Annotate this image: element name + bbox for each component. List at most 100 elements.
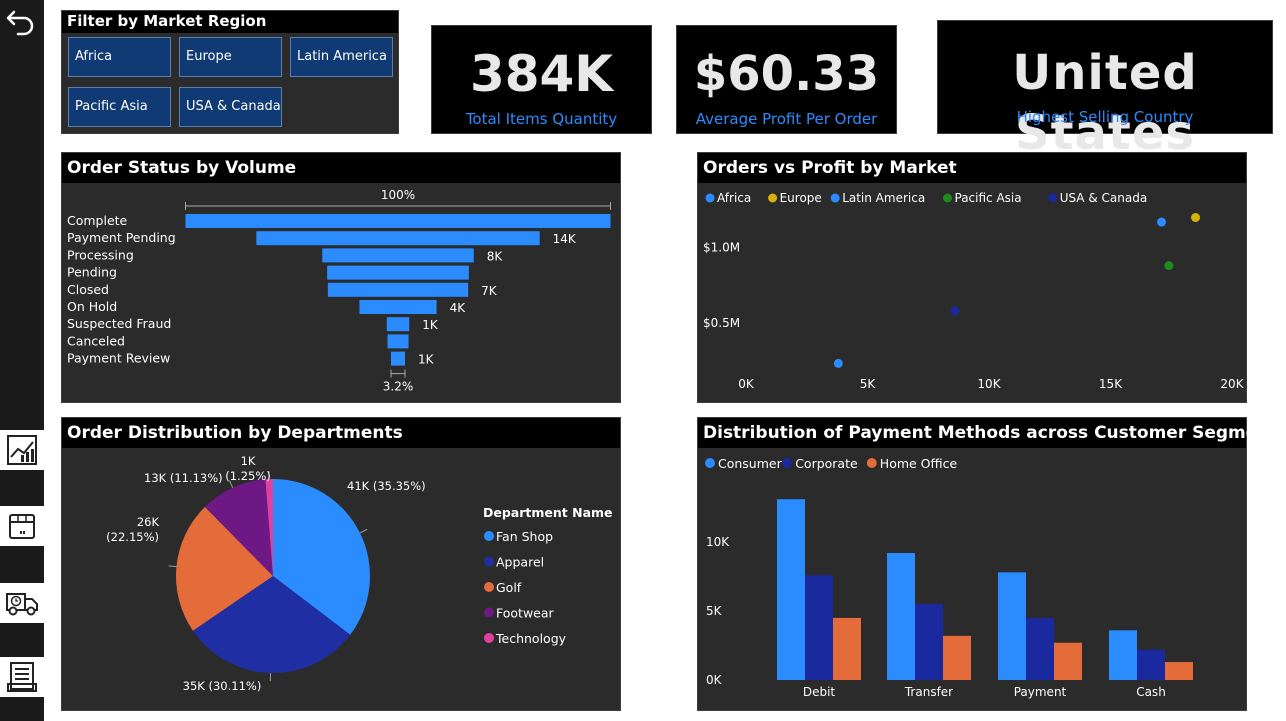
funnel-bar-on-hold <box>359 300 437 314</box>
funnel-bar-complete <box>185 214 611 228</box>
funnel-category-label: Complete <box>67 213 128 228</box>
funnel-category-label: Payment Review <box>67 351 170 366</box>
filter-option-europe[interactable]: Europe <box>179 37 282 77</box>
funnel-data-label: 7K <box>481 284 498 298</box>
legend-marker-pacific-asia <box>943 193 952 203</box>
pie-data-label: (1.25%) <box>225 469 271 483</box>
bar-transfer-consumer <box>887 553 915 680</box>
x-tick-label: Debit <box>803 685 836 699</box>
kpi-total-items: 384K Total Items Quantity <box>431 25 652 134</box>
y-tick-label: 5K <box>706 604 723 618</box>
x-tick-label: Transfer <box>904 685 953 699</box>
pie-leader-line <box>168 565 177 568</box>
filter-option-africa[interactable]: Africa <box>68 37 171 77</box>
funnel-category-label: On Hold <box>67 299 117 314</box>
scatter-point-europe <box>1191 213 1201 223</box>
legend-marker-latin-america <box>830 193 840 203</box>
filter-option-latin-america[interactable]: Latin America <box>290 37 393 77</box>
x-tick-label: Payment <box>1014 685 1067 699</box>
funnel-category-label: Closed <box>67 282 109 297</box>
funnel-bar-payment-pending <box>256 231 540 246</box>
funnel-category-label: Processing <box>67 247 134 262</box>
department-distribution-panel: Order Distribution by Departments 41K (3… <box>61 417 621 711</box>
funnel-data-label: 8K <box>487 249 504 263</box>
legend-marker-home-office <box>866 458 877 468</box>
legend-marker-fan-shop <box>484 531 494 541</box>
filter-option-usa-canada[interactable]: USA & Canada <box>179 87 282 127</box>
funnel-bar-payment-review <box>390 351 406 366</box>
scatter-point-latin-america <box>1157 217 1167 227</box>
payment-methods-panel: Distribution of Payment Methods across C… <box>697 417 1286 711</box>
legend-label-latin-america: Latin America <box>842 191 925 205</box>
funnel-category-label: Payment Pending <box>67 230 176 245</box>
pie-legend-title: Department Name <box>483 505 613 520</box>
pie-leader-line <box>359 528 368 534</box>
x-tick-label: 5K <box>860 377 877 391</box>
funnel-data-label: 14K <box>553 232 577 246</box>
legend-label-golf: Golf <box>496 580 522 595</box>
legend-label-home-office: Home Office <box>880 456 958 471</box>
funnel-chart: 100% Complete Payment Pending 14K Processing… <box>67 188 611 394</box>
legend-label-africa: Africa <box>717 191 751 205</box>
bar-cash-corporate <box>1137 649 1165 680</box>
funnel-bar-pending <box>327 265 469 280</box>
bar-debit-consumer <box>777 499 805 680</box>
funnel-top-label: 100% <box>381 188 415 202</box>
legend-marker-footwear <box>484 607 494 618</box>
legend-marker-apparel <box>484 556 494 567</box>
delivery-truck-icon[interactable] <box>0 583 44 623</box>
x-tick-label: 10K <box>977 377 1001 391</box>
funnel-bar-closed <box>327 282 469 297</box>
legend-label-footwear: Footwear <box>496 606 555 621</box>
bar-payment-corporate <box>1026 617 1054 680</box>
bar-transfer-corporate <box>915 604 943 680</box>
kpi-label: Total Items Quantity <box>465 110 618 128</box>
funnel-data-label: 1K <box>422 318 439 332</box>
pie-data-label: 41K (35.35%) <box>347 479 426 493</box>
bar-transfer-home-office <box>943 635 971 680</box>
kpi-value: United States <box>1012 45 1198 161</box>
document-list-icon[interactable] <box>0 657 44 697</box>
package-box-icon[interactable] <box>0 506 44 546</box>
legend-label-corporate: Corporate <box>795 456 858 471</box>
pie-data-label: 26K <box>137 515 160 529</box>
legend-marker-europe <box>768 193 778 203</box>
x-tick-label: 15K <box>1099 377 1123 391</box>
filter-title: Filter by Market Region <box>62 11 398 33</box>
legend-marker-technology <box>484 633 494 643</box>
legend-label-technology: Technology <box>495 631 567 646</box>
market-region-filter: Filter by Market Region Africa Europe La… <box>61 10 399 134</box>
bar-payment-consumer <box>998 572 1026 680</box>
filter-option-pacific-asia[interactable]: Pacific Asia <box>68 87 171 127</box>
legend-marker-corporate <box>782 458 793 468</box>
pie-data-label: 35K (30.11%) <box>183 679 262 693</box>
chart-report-icon[interactable] <box>0 430 44 470</box>
kpi-value: $60.33 <box>693 46 880 102</box>
legend-label-europe: Europe <box>780 191 822 205</box>
orders-vs-profit-panel: Orders vs Profit by Market Africa Europe L… <box>697 152 1247 403</box>
bar-cash-consumer <box>1109 630 1137 680</box>
y-tick-label: 10K <box>706 535 730 549</box>
legend-label-pacific-asia: Pacific Asia <box>955 191 1022 205</box>
clustered-bar-chart: Consumer Corporate Home Office 0K 5K 10K Debit… <box>705 456 1193 699</box>
funnel-bar-suspected-fraud <box>386 317 410 332</box>
x-tick-label: 20K <box>1220 377 1244 391</box>
kpi-label: Average Profit Per Order <box>695 110 878 128</box>
undo-arrow-icon[interactable] <box>4 4 38 38</box>
bar-cash-home-office <box>1165 662 1193 680</box>
scatter-chart: Africa Europe Latin America Pacific Asia USA… <box>703 191 1245 391</box>
legend-marker-consumer <box>705 458 715 468</box>
kpi-highest-selling-country: United States Highest Selling Country <box>937 20 1273 161</box>
x-tick-label: Cash <box>1136 685 1166 699</box>
legend-marker-africa <box>705 193 715 203</box>
pie-data-label: 1K <box>241 454 256 468</box>
legend-label-usa-canada: USA & Canada <box>1060 191 1147 205</box>
bar-payment-home-office <box>1054 642 1082 680</box>
legend-label-apparel: Apparel <box>496 555 544 570</box>
order-status-panel: Order Status by Volume 100% Complete Payme… <box>61 152 621 403</box>
legend-label-consumer: Consumer <box>718 456 783 471</box>
y-tick-label: $1.0M <box>703 241 740 255</box>
y-tick-label: $0.5M <box>703 316 740 330</box>
legend-label-fan-shop: Fan Shop <box>496 529 553 544</box>
scatter-point-africa <box>833 358 843 368</box>
